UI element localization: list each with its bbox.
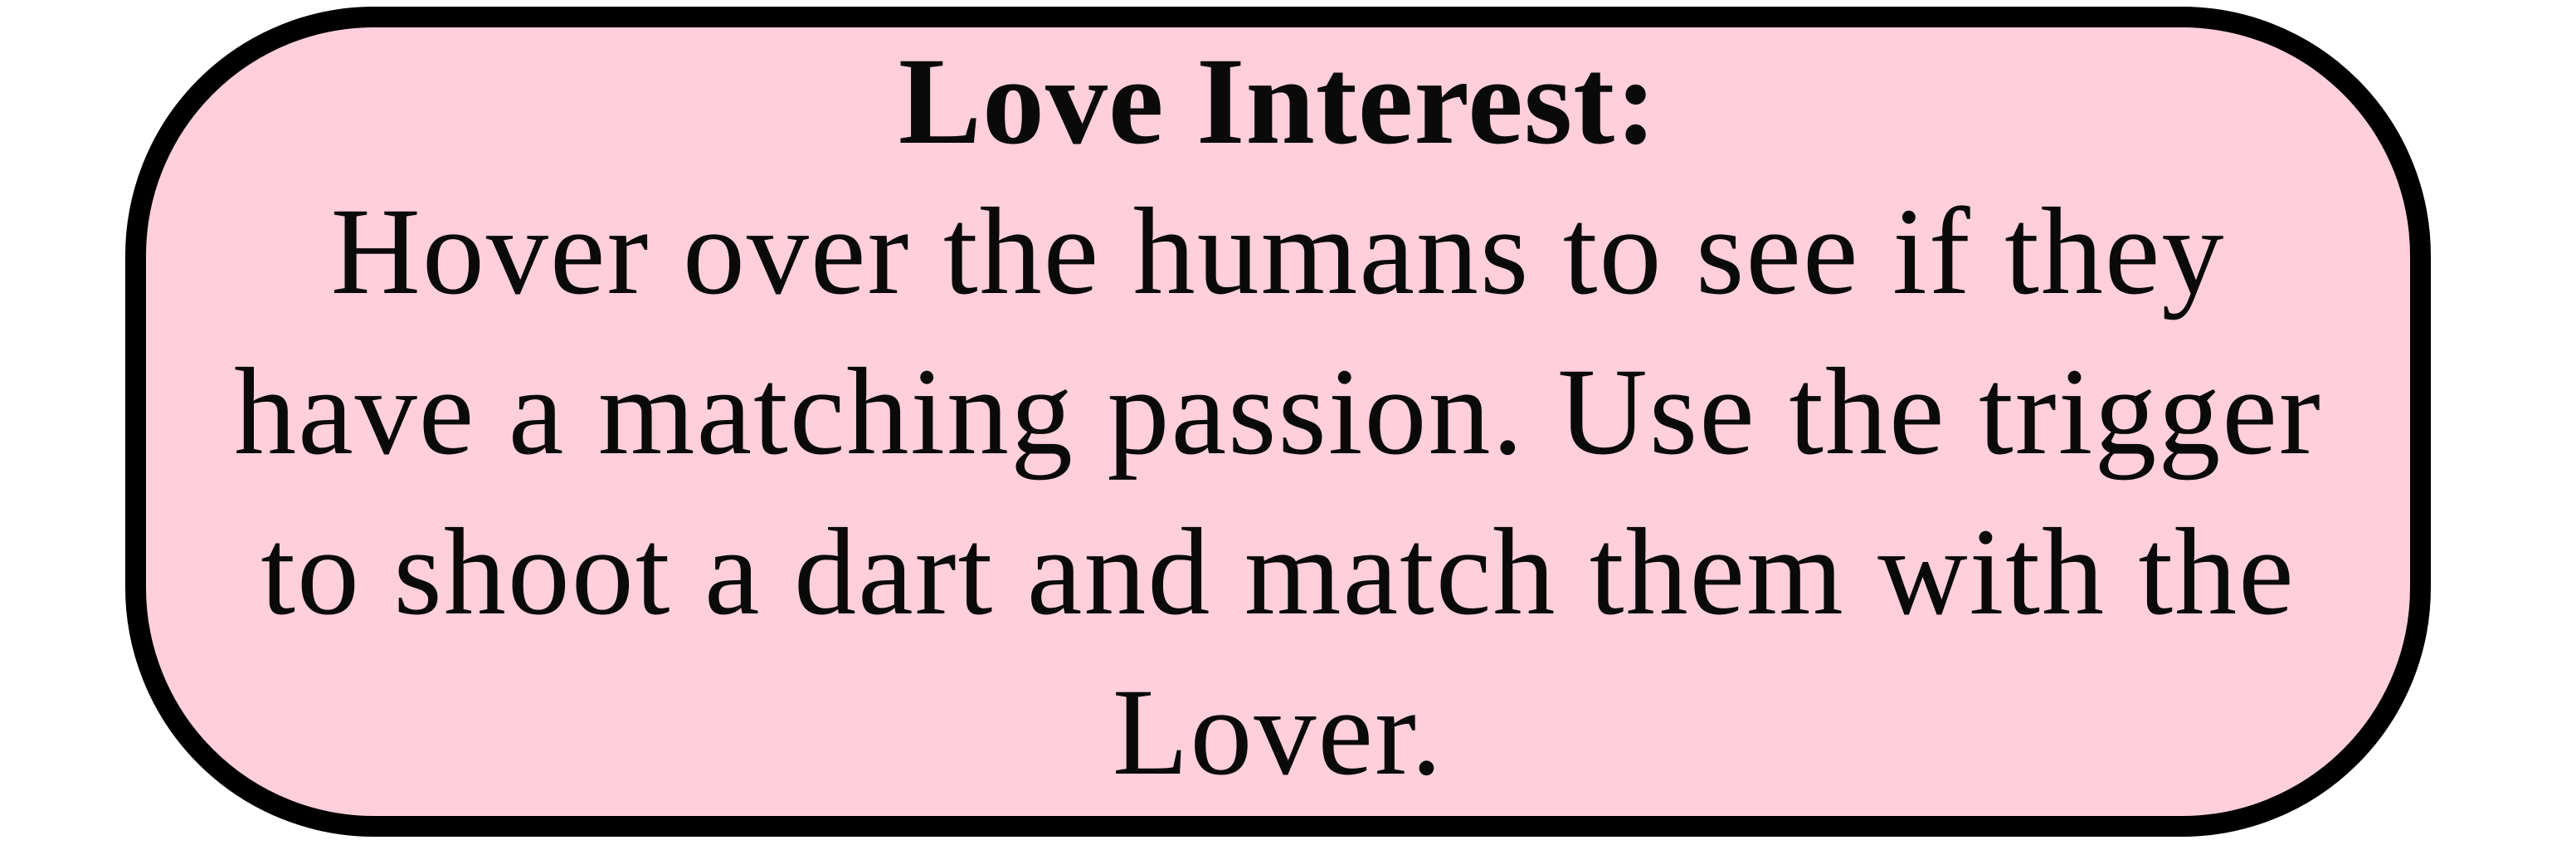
game-canvas: Love Interest: Hover over the humans to … [0,0,2576,850]
love-interest-tooltip: Love Interest: Hover over the humans to … [125,7,2431,837]
tooltip-body: Hover over the humans to see if they hav… [200,172,2357,813]
tooltip-title: Love Interest: [898,32,1658,170]
tooltip-body-line: Hover over the humans to see if they [330,183,2226,320]
tooltip-body-line: have a matching passion. Use the trigger [234,343,2322,481]
tooltip-body-line: Lover. [1112,663,1444,801]
tooltip-body-line: to shoot a dart and match them with the [261,503,2296,641]
